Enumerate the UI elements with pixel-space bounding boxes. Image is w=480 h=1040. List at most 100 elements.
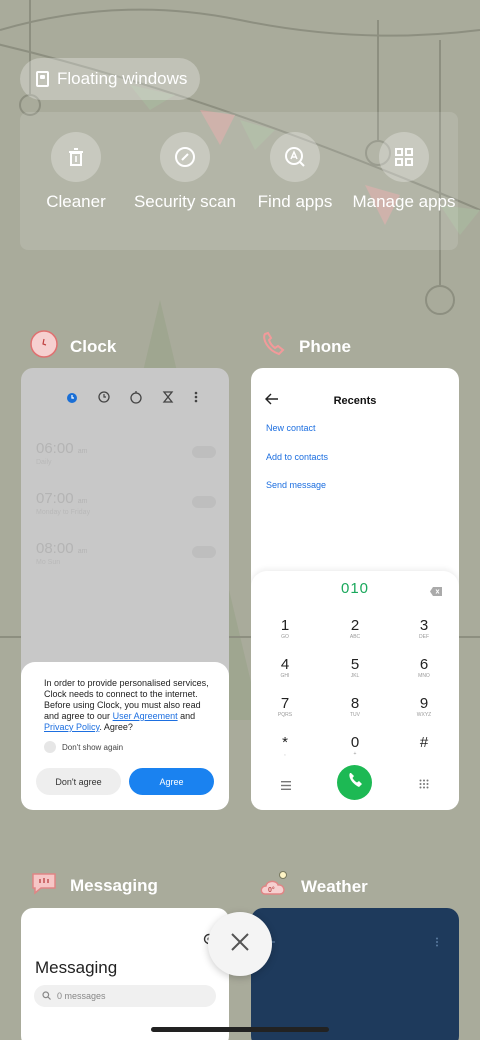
dial-digit: # <box>419 734 429 751</box>
phone-app-header[interactable]: Phone <box>259 330 351 363</box>
dial-letters: GO <box>281 634 289 640</box>
tool-security-scan-label: Security scan <box>133 192 237 211</box>
dialed-number: 010 <box>340 580 370 597</box>
world-clock-icon[interactable] <box>97 390 111 409</box>
dial-digit: 4 <box>280 656 290 673</box>
dial-key[interactable]: *, <box>265 735 305 758</box>
dial-key[interactable]: 5 JKL <box>335 657 375 680</box>
backspace-icon[interactable] <box>430 583 442 601</box>
alarm-row[interactable]: 06:00 am Daily <box>36 440 216 466</box>
phone-app-icon <box>259 330 287 363</box>
dial-letters: PQRS <box>277 712 293 718</box>
alarm-note: Daily <box>36 459 52 466</box>
alarm-time: 08:00 <box>36 540 74 557</box>
dial-key[interactable]: 0 + <box>335 735 375 758</box>
messaging-app-icon <box>30 870 58 901</box>
dial-key[interactable]: 7 PQRS <box>265 696 305 719</box>
send-message-link[interactable]: Send message <box>266 480 326 490</box>
dial-letters: TUV <box>350 712 360 718</box>
dial-key[interactable]: 1 GO <box>265 618 305 641</box>
recents-header: Recents <box>265 392 445 410</box>
alarm-toggle[interactable] <box>192 496 216 508</box>
dial-digit: 6 <box>419 656 429 673</box>
tool-cleaner-label: Cleaner <box>46 192 106 211</box>
tool-cleaner[interactable]: Cleaner <box>21 132 131 212</box>
dial-key[interactable]: # <box>404 735 444 751</box>
messaging-app-card[interactable]: Messaging 0 messages <box>21 908 229 1040</box>
weather-app-card[interactable] <box>251 908 459 1040</box>
alarm-row[interactable]: 07:00 am Monday to Friday <box>36 490 216 516</box>
svg-text:0°: 0° <box>268 886 275 894</box>
tool-manage-apps[interactable]: Manage apps <box>349 132 459 212</box>
floating-windows-button[interactable]: Floating windows <box>20 58 200 100</box>
stopwatch-icon[interactable] <box>129 390 143 409</box>
dialog-agree-question: . Agree? <box>99 722 133 732</box>
alarm-row[interactable]: 08:00 am Mo Sun <box>36 540 216 566</box>
dial-digit: 2 <box>350 617 360 634</box>
shield-check-icon <box>160 132 210 182</box>
messaging-search-input[interactable]: 0 messages <box>34 985 216 1007</box>
dial-digit: 8 <box>350 695 360 712</box>
close-all-button[interactable] <box>208 912 272 976</box>
privacy-policy-link[interactable]: Privacy Policy <box>44 722 99 732</box>
dial-key[interactable]: 2 ABC <box>335 618 375 641</box>
dial-digit: 3 <box>419 617 429 634</box>
weather-more-icon[interactable] <box>435 934 439 952</box>
agree-button[interactable]: Agree <box>129 768 214 795</box>
dial-key[interactable]: 4 GHI <box>265 657 305 680</box>
clock-app-card[interactable]: 06:00 am Daily 07:00 am Monday to Friday… <box>21 368 229 810</box>
timer-icon[interactable] <box>161 390 175 409</box>
close-icon <box>230 932 250 957</box>
dial-key[interactable]: 9 WXYZ <box>404 696 444 719</box>
dial-letters: MNO <box>418 673 430 679</box>
weather-app-title: Weather <box>301 876 368 896</box>
alarm-icon[interactable] <box>65 390 79 409</box>
clock-app-icon <box>30 330 58 363</box>
grid-icon <box>379 132 429 182</box>
dial-key[interactable]: 8 TUV <box>335 696 375 719</box>
alarm-ampm: am <box>77 548 88 555</box>
messaging-heading: Messaging <box>35 958 118 977</box>
tool-find-apps-label: Find apps <box>257 192 333 211</box>
weather-app-header[interactable]: 0° Weather <box>259 870 368 903</box>
phone-app-title: Phone <box>299 336 351 356</box>
new-contact-link[interactable]: New contact <box>266 423 316 433</box>
dialog-message: In order to provide personalised service… <box>44 678 213 733</box>
clock-app-header[interactable]: Clock <box>30 330 116 363</box>
menu-icon[interactable] <box>281 777 291 795</box>
dial-letters: WXYZ <box>416 712 432 718</box>
search-app-icon <box>270 132 320 182</box>
alarm-toggle[interactable] <box>192 446 216 458</box>
trash-icon <box>51 132 101 182</box>
checkbox-circle[interactable] <box>44 741 56 753</box>
messaging-app-header[interactable]: Messaging <box>30 870 158 901</box>
dialpad-toggle-icon[interactable] <box>419 776 429 794</box>
dont-show-again-checkbox[interactable]: Don't show again <box>44 741 213 753</box>
dial-letters: + <box>353 751 357 757</box>
dial-digit: 7 <box>280 695 290 712</box>
more-options-icon[interactable] <box>193 390 199 409</box>
dial-key[interactable]: 6 MNO <box>404 657 444 680</box>
dialpad: 010 1 GO 2 ABC 3 DEF 4 GHI 5 JKL 6 MNO 7 PQRS 8… <box>251 571 459 810</box>
clock-toolbar <box>65 390 199 409</box>
dial-digit: 9 <box>419 695 429 712</box>
dont-agree-button[interactable]: Don't agree <box>36 768 121 795</box>
home-indicator[interactable] <box>151 1027 329 1032</box>
alarm-toggle[interactable] <box>192 546 216 558</box>
dial-key[interactable]: 3 DEF <box>404 618 444 641</box>
phone-app-card[interactable]: Recents New contact Add to contacts Send… <box>251 368 459 810</box>
messaging-app-title: Messaging <box>70 875 158 895</box>
dial-digit: 1 <box>280 617 290 634</box>
floating-windows-label: Floating windows <box>57 69 188 88</box>
user-agreement-link[interactable]: User Agreement <box>113 711 178 721</box>
tool-security-scan[interactable]: Security scan <box>130 132 240 212</box>
tool-find-apps[interactable]: Find apps <box>240 132 350 212</box>
alarm-note: Monday to Friday <box>36 509 91 516</box>
messaging-search-placeholder: 0 messages <box>57 991 106 1001</box>
add-to-contacts-link[interactable]: Add to contacts <box>266 452 328 462</box>
dial-letters: JKL <box>350 673 360 679</box>
dial-digit: 0 <box>350 734 360 751</box>
dialog-buttons: Don't agree Agree <box>36 768 214 795</box>
search-icon <box>42 990 51 1002</box>
call-button[interactable] <box>337 765 372 800</box>
